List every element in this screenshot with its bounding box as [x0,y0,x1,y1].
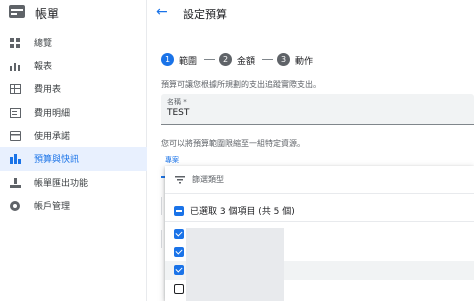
project-dropdown-panel: 篩選類型 已選取 3 個項目 (共 5 個) [165,166,474,301]
sidebar-title: 帳單 [35,7,60,21]
select-all-row[interactable]: 已選取 3 個項目 (共 5 個) [165,200,474,222]
option-checkbox[interactable] [174,284,184,294]
sidebar-item-label: 費用表 [34,85,62,95]
step-2-label: 金額 [237,57,256,67]
sidebar-item-account-management[interactable]: 帳戶管理 [0,194,147,218]
budget-icon [10,154,21,164]
step-3-number: 3 [277,53,290,66]
sidebar-item-label: 帳單匯出功能 [34,179,89,189]
step-2-number: 2 [219,53,232,66]
name-field[interactable]: 名稱 * TEST [161,94,474,125]
bar-chart-icon [10,61,21,71]
sidebar-item-billing-export[interactable]: 帳單匯出功能 [0,171,147,195]
background-field-edge [161,197,162,215]
step-1-number: 1 [161,53,174,66]
table-icon [10,84,21,94]
project-select-label: 專案 [165,156,179,164]
sidebar-item-reports[interactable]: 報表 [0,54,147,78]
step-divider [204,59,215,60]
step-1-label: 範圍 [179,57,198,67]
filter-list-icon [175,176,185,184]
sidebar-item-cost-breakdown[interactable]: 費用明細 [0,101,147,125]
stepper: 1 範圍 2 金額 3 動作 [161,53,461,67]
filter-input[interactable]: 篩選類型 [192,174,224,185]
option-checkbox[interactable] [174,265,184,275]
page-title: 設定預算 [183,8,227,21]
overview-grid-icon [10,38,21,48]
step-3-label: 動作 [295,57,314,67]
billing-icon [9,5,25,18]
name-field-label: 名稱 * [167,98,187,106]
sidebar-item-commitments[interactable]: 使用承諾 [0,124,147,148]
name-field-value: TEST [167,108,190,118]
sidebar-header: 帳單 [0,0,147,26]
arrow-back-icon[interactable]: ← [156,4,168,20]
sidebar-item-cost-table[interactable]: 費用表 [0,77,147,101]
sidebar-item-label: 費用明細 [34,109,71,119]
sidebar-item-budgets-alerts[interactable]: 預算與快訊 [0,147,147,171]
option-checkbox[interactable] [174,229,184,239]
select-all-label: 已選取 3 個項目 (共 5 個) [190,207,295,217]
sidebar-item-label: 使用承諾 [34,132,71,142]
scope-description: 預算可讓您根據所規劃的支出追蹤實際支出。 [161,80,321,89]
sidebar-item-label: 帳戶管理 [34,202,71,212]
sidebar-item-label: 預算與快訊 [34,155,80,165]
export-icon [10,178,21,188]
filter-row[interactable]: 篩選類型 [165,166,474,194]
sidebar-item-label: 報表 [34,62,53,72]
option-checkbox[interactable] [174,247,184,257]
step-divider [262,59,273,60]
background-field-edge [161,230,162,248]
sidebar: 帳單 總覽 報表 費用表 費用明細 使用承諾 預算與快訊 帳單匯出功能 帳戶管理 [0,0,147,301]
receipt-icon [10,108,21,118]
sidebar-item-label: 總覽 [34,39,53,49]
credit-card-icon [10,131,21,141]
gear-icon [10,201,20,211]
sidebar-item-overview[interactable]: 總覽 [0,31,147,55]
select-all-checkbox[interactable] [174,206,184,216]
filter-description: 您可以將預算範圍限縮至一組特定資源。 [161,139,305,148]
redacted-project-names [186,228,284,301]
